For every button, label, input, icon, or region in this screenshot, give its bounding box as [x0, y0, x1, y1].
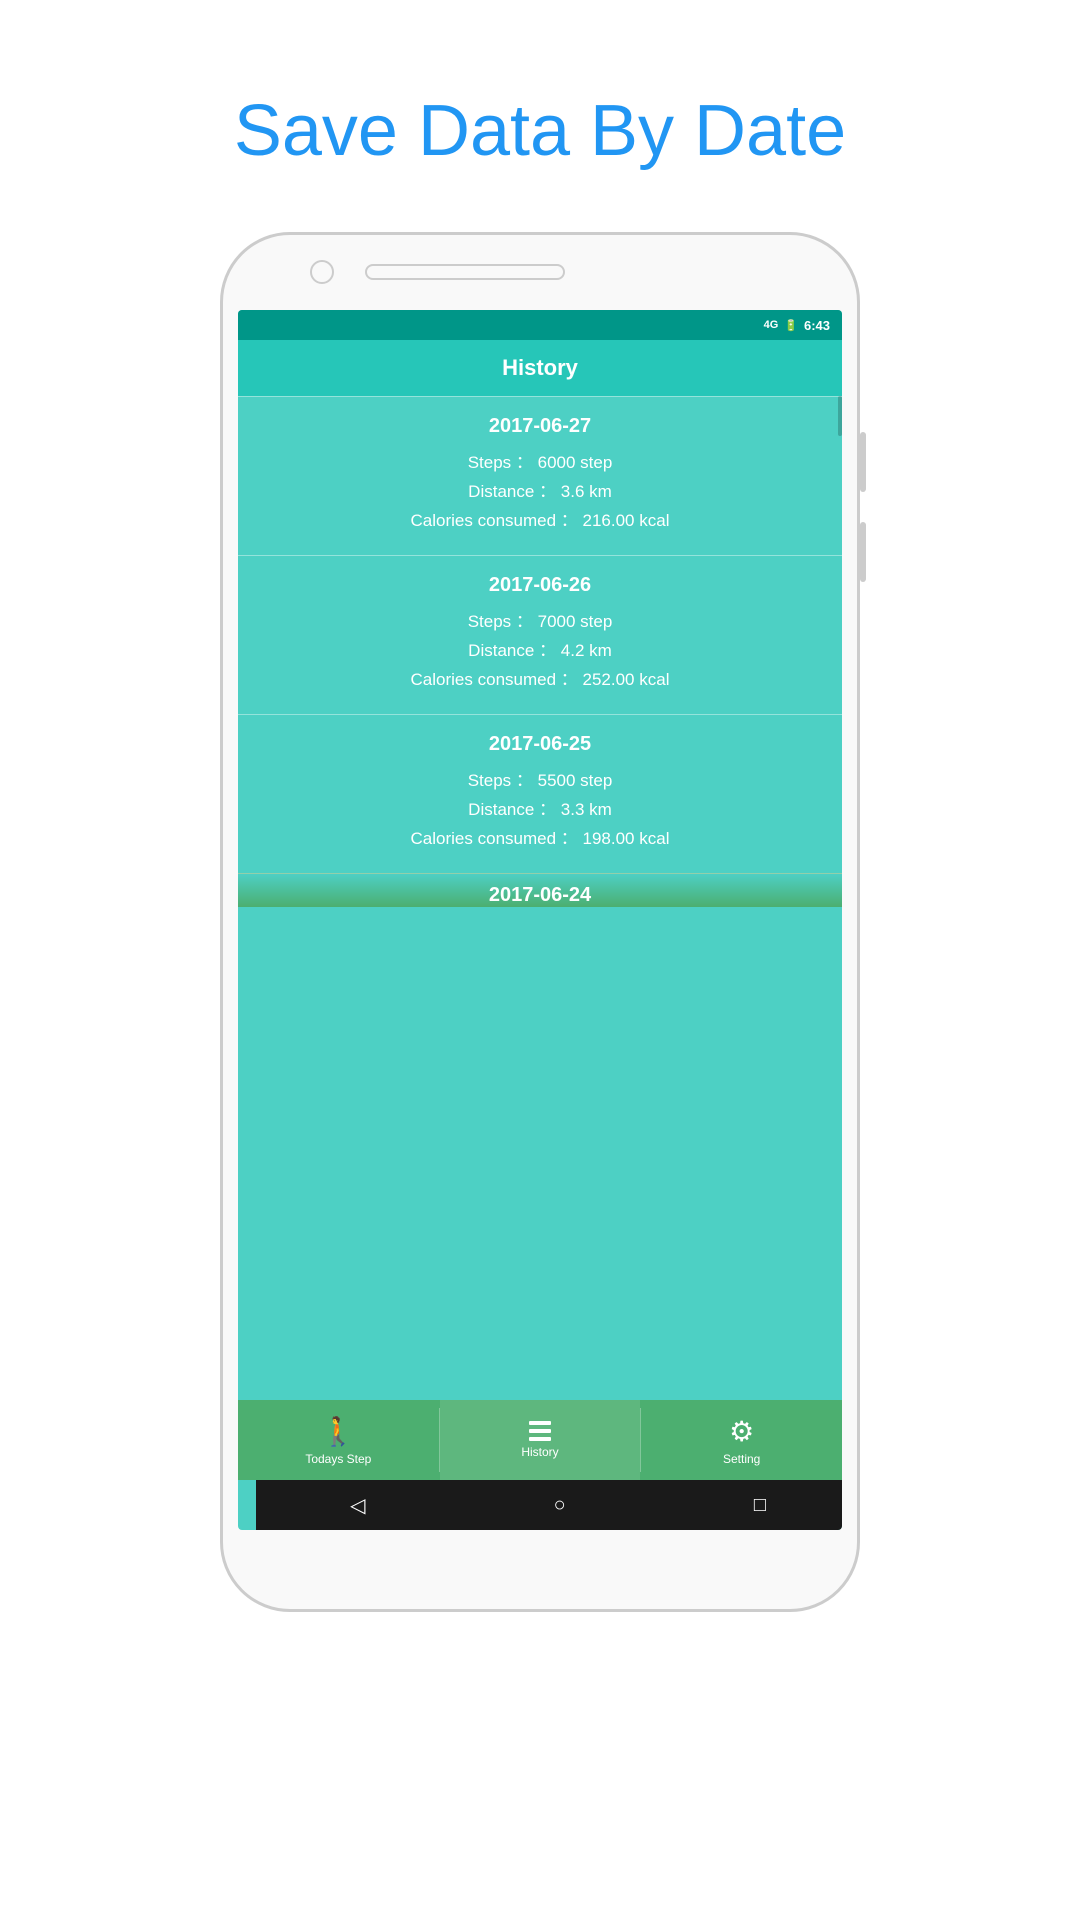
nav-todays-step[interactable]: 🚶 Todays Step	[238, 1400, 439, 1480]
history-distance-2: Distance ： 4.2 km	[258, 636, 822, 661]
history-entry-2[interactable]: 2017-06-26 Steps ： 7000 step Distance ： …	[238, 555, 842, 714]
phone-volume-button	[860, 432, 866, 492]
history-distance-1: Distance ： 3.6 km	[258, 477, 822, 502]
steps-value-3: 5500 step	[538, 771, 613, 790]
nav-setting-label: Setting	[723, 1452, 760, 1466]
distance-value-2: 4.2 km	[561, 641, 612, 660]
calories-label-2: Calories consumed ：	[411, 670, 578, 689]
history-date-1: 2017-06-27	[258, 415, 822, 438]
phone-camera	[310, 260, 334, 284]
phone-screen: 4G 🔋 6:43 History 2017-06-27 Steps ： 600…	[238, 310, 842, 1530]
gear-icon: ⚙	[729, 1415, 754, 1448]
history-steps-3: Steps ： 5500 step	[258, 766, 822, 791]
clock: 6:43	[804, 318, 830, 333]
android-nav-bar: ◁ ○ □	[256, 1480, 842, 1530]
calories-value-2: 252.00 kcal	[583, 670, 670, 689]
history-calories-3: Calories consumed ： 198.00 kcal	[258, 824, 822, 849]
nav-setting[interactable]: ⚙ Setting	[641, 1400, 842, 1480]
phone-mockup: 4G 🔋 6:43 History 2017-06-27 Steps ： 600…	[220, 232, 860, 1632]
history-date-4: 2017-06-24	[258, 884, 822, 907]
signal-indicator: 4G	[764, 319, 779, 331]
history-steps-2: Steps ： 7000 step	[258, 607, 822, 632]
distance-label-3: Distance ：	[468, 800, 556, 819]
distance-value-3: 3.3 km	[561, 800, 612, 819]
back-button[interactable]: ◁	[350, 1493, 365, 1518]
distance-label-2: Distance ：	[468, 641, 556, 660]
distance-label: Distance ：	[468, 482, 556, 501]
walk-icon: 🚶	[321, 1415, 356, 1448]
list-icon	[529, 1421, 551, 1441]
home-button[interactable]: ○	[554, 1494, 566, 1517]
status-bar: 4G 🔋 6:43	[238, 310, 842, 340]
nav-history-label: History	[521, 1445, 558, 1459]
history-calories-1: Calories consumed ： 216.00 kcal	[258, 506, 822, 531]
calories-value-1: 216.00 kcal	[583, 511, 670, 530]
phone-volume-button-2	[860, 522, 866, 582]
app-bar-title: History	[502, 355, 578, 381]
recents-button[interactable]: □	[754, 1494, 766, 1517]
history-entry-3[interactable]: 2017-06-25 Steps ： 5500 step Distance ： …	[238, 714, 842, 873]
history-date-2: 2017-06-26	[258, 574, 822, 597]
app-bar: History	[238, 340, 842, 396]
battery-indicator: 🔋	[784, 319, 798, 332]
phone-speaker	[365, 264, 565, 280]
history-entry-4[interactable]: 2017-06-24	[238, 873, 842, 907]
steps-label-2: Steps ：	[468, 612, 533, 631]
history-steps-1: Steps ： 6000 step	[258, 448, 822, 473]
page-title: Save Data By Date	[234, 90, 846, 172]
history-calories-2: Calories consumed ： 252.00 kcal	[258, 665, 822, 690]
calories-label-3: Calories consumed ：	[411, 829, 578, 848]
calories-value-3: 198.00 kcal	[583, 829, 670, 848]
steps-label-3: Steps ：	[468, 771, 533, 790]
steps-label: Steps ：	[468, 453, 533, 472]
distance-value-1: 3.6 km	[561, 482, 612, 501]
bottom-navigation: 🚶 Todays Step History ⚙ Setting	[238, 1400, 842, 1480]
calories-label: Calories consumed ：	[411, 511, 578, 530]
scrollbar[interactable]	[838, 396, 842, 436]
history-list[interactable]: 2017-06-27 Steps ： 6000 step Distance ： …	[238, 396, 842, 917]
steps-value-2: 7000 step	[538, 612, 613, 631]
nav-todays-step-label: Todays Step	[305, 1452, 371, 1466]
history-date-3: 2017-06-25	[258, 733, 822, 756]
nav-history[interactable]: History	[440, 1400, 641, 1480]
history-distance-3: Distance ： 3.3 km	[258, 795, 822, 820]
history-entry-1[interactable]: 2017-06-27 Steps ： 6000 step Distance ： …	[238, 396, 842, 555]
steps-value-1: 6000 step	[538, 453, 613, 472]
